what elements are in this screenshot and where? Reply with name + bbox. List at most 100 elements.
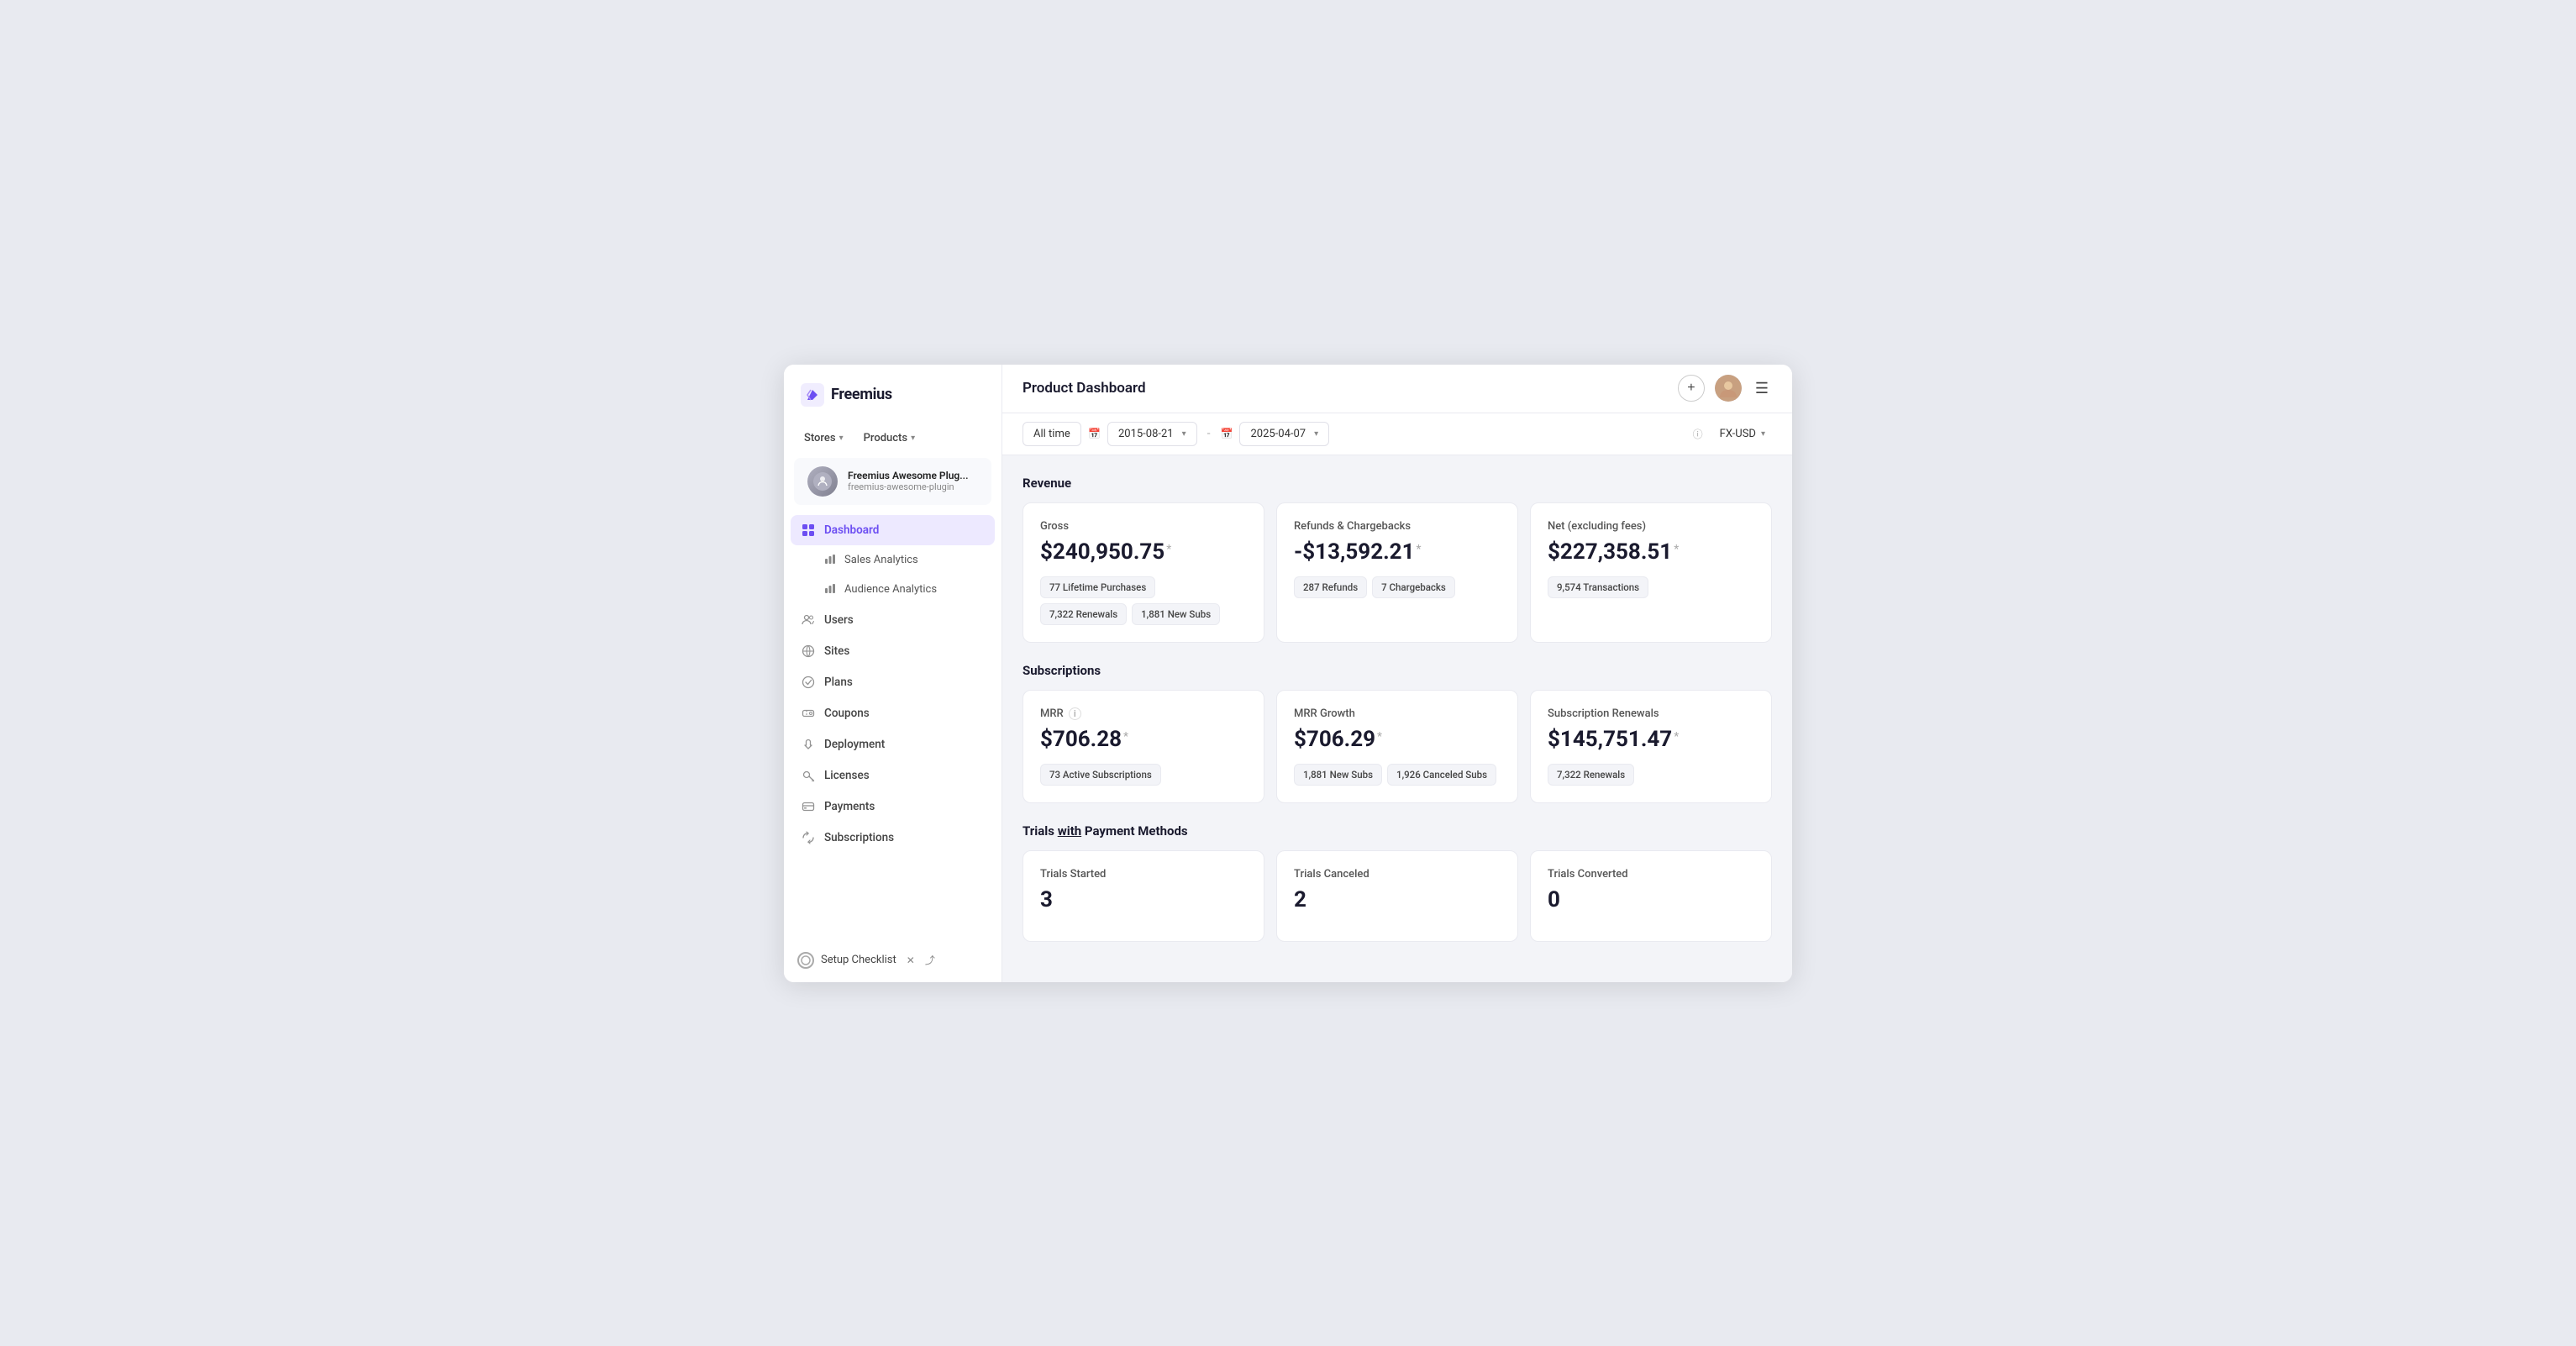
trials-title-underline: with bbox=[1058, 823, 1081, 839]
close-setup-icon[interactable]: ✕ bbox=[907, 954, 915, 966]
subscriptions-icon bbox=[801, 830, 816, 845]
filter-bar: All time 📅 2015-08-21 ▾ - 📅 2025-04-07 ▾… bbox=[1002, 413, 1792, 455]
grid-icon bbox=[801, 523, 816, 538]
sidebar-menu: Dashboard Sales Analytics bbox=[784, 512, 1001, 944]
hamburger-icon[interactable]: ☰ bbox=[1752, 376, 1772, 401]
page-title: Product Dashboard bbox=[1023, 380, 1146, 397]
bar-chart-icon bbox=[824, 553, 836, 568]
subscriptions-label: Subscriptions bbox=[824, 831, 894, 844]
plugin-entry[interactable]: Freemius Awesome Plug... freemius-awesom… bbox=[794, 458, 991, 505]
tag-new-subs-growth: 1,881 New Subs bbox=[1294, 764, 1382, 786]
calendar-icon-end: 📅 bbox=[1221, 428, 1233, 439]
calendar-icon-start: 📅 bbox=[1088, 428, 1101, 439]
logo-area: Freemius bbox=[784, 365, 1001, 422]
sidebar-item-sales-analytics[interactable]: Sales Analytics bbox=[791, 546, 995, 575]
trials-converted-value: 0 bbox=[1548, 887, 1754, 912]
sidebar-item-plans[interactable]: Plans bbox=[791, 667, 995, 697]
deployment-icon bbox=[801, 737, 816, 752]
sidebar-item-payments[interactable]: Payments bbox=[791, 791, 995, 822]
users-icon bbox=[801, 613, 816, 628]
trials-canceled-card: Trials Canceled 2 bbox=[1276, 850, 1518, 942]
user-avatar[interactable] bbox=[1715, 375, 1742, 402]
sidebar-item-dashboard[interactable]: Dashboard bbox=[791, 515, 995, 545]
trials-title-suffix: Payment Methods bbox=[1081, 823, 1187, 839]
top-bar-actions: + ☰ bbox=[1678, 375, 1772, 402]
sidebar: Freemius Stores ▾ Products ▾ bbox=[784, 365, 1002, 982]
trials-started-label: Trials Started bbox=[1040, 868, 1247, 881]
audience-analytics-label: Audience Analytics bbox=[844, 583, 937, 596]
net-asterisk: * bbox=[1674, 543, 1679, 556]
sidebar-item-coupons[interactable]: Coupons bbox=[791, 698, 995, 728]
subscriptions-section: Subscriptions MRR i $706.28 * 73 A bbox=[1023, 663, 1772, 803]
stores-dropdown[interactable]: Stores ▾ bbox=[797, 429, 850, 448]
tag-renewals-sub: 7,322 Renewals bbox=[1548, 764, 1634, 786]
credit-card-icon bbox=[801, 799, 816, 814]
dashboard-label: Dashboard bbox=[824, 523, 879, 537]
mrr-growth-tags: 1,881 New Subs 1,926 Canceled Subs bbox=[1294, 764, 1501, 786]
sidebar-item-sites[interactable]: Sites bbox=[791, 636, 995, 666]
currency-label: FX-USD bbox=[1720, 428, 1756, 440]
sidebar-bottom: Setup Checklist ✕ ⤴ bbox=[784, 944, 1001, 982]
trials-section-title: Trials with Payment Methods bbox=[1023, 823, 1772, 839]
trials-cards-grid: Trials Started 3 Trials Canceled 2 bbox=[1023, 850, 1772, 942]
globe-icon bbox=[801, 644, 816, 659]
sub-renewals-label: Subscription Renewals bbox=[1548, 707, 1754, 720]
audience-chart-icon bbox=[824, 582, 836, 597]
sidebar-item-users[interactable]: Users bbox=[791, 605, 995, 635]
coupons-icon bbox=[801, 706, 816, 721]
sub-renewals-asterisk: * bbox=[1674, 730, 1679, 744]
products-dropdown[interactable]: Products ▾ bbox=[857, 429, 923, 448]
sidebar-nav-dropdowns: Stores ▾ Products ▾ bbox=[784, 422, 1001, 458]
date-separator: - bbox=[1204, 427, 1214, 440]
sidebar-item-audience-analytics[interactable]: Audience Analytics bbox=[791, 576, 995, 604]
mrr-tags: 73 Active Subscriptions bbox=[1040, 764, 1247, 786]
trials-title-prefix: Trials bbox=[1023, 823, 1058, 839]
mrr-value: $706.28 * bbox=[1040, 727, 1247, 752]
date-start-value: 2015-08-21 bbox=[1118, 428, 1174, 440]
plans-icon bbox=[801, 675, 816, 690]
date-end-picker[interactable]: 2025-04-07 ▾ bbox=[1239, 422, 1329, 446]
revenue-section: Revenue Gross $240,950.75 * 77 Lifetime … bbox=[1023, 476, 1772, 643]
logo-text: Freemius bbox=[831, 386, 892, 403]
sidebar-item-deployment[interactable]: Deployment bbox=[791, 729, 995, 760]
add-button[interactable]: + bbox=[1678, 375, 1705, 402]
trials-canceled-value: 2 bbox=[1294, 887, 1501, 912]
plus-icon: + bbox=[1687, 381, 1695, 396]
sub-renewals-tags: 7,322 Renewals bbox=[1548, 764, 1754, 786]
tag-active-subs: 73 Active Subscriptions bbox=[1040, 764, 1161, 786]
setup-checklist-item[interactable]: Setup Checklist bbox=[797, 952, 896, 969]
currency-selector[interactable]: FX-USD ▾ bbox=[1713, 424, 1772, 444]
sites-label: Sites bbox=[824, 644, 849, 658]
licenses-label: Licenses bbox=[824, 769, 870, 782]
sidebar-item-subscriptions[interactable]: Subscriptions bbox=[791, 823, 995, 853]
tag-transactions: 9,574 Transactions bbox=[1548, 576, 1648, 598]
date-start-chevron: ▾ bbox=[1182, 429, 1186, 439]
freemius-logo-icon bbox=[801, 383, 824, 407]
gross-tags: 77 Lifetime Purchases 7,322 Renewals 1,8… bbox=[1040, 576, 1247, 625]
mrr-growth-asterisk: * bbox=[1377, 730, 1382, 744]
coupons-label: Coupons bbox=[824, 707, 870, 720]
mrr-info-icon: i bbox=[1069, 707, 1081, 720]
date-end-value: 2025-04-07 bbox=[1250, 428, 1306, 440]
main-content: Product Dashboard + ☰ All time bbox=[1002, 365, 1792, 982]
sidebar-item-licenses[interactable]: Licenses bbox=[791, 760, 995, 791]
mrr-growth-label: MRR Growth bbox=[1294, 707, 1501, 720]
plans-label: Plans bbox=[824, 676, 853, 689]
sales-analytics-label: Sales Analytics bbox=[844, 554, 918, 566]
users-label: Users bbox=[824, 613, 854, 627]
stores-chevron-icon: ▾ bbox=[839, 434, 844, 443]
refunds-asterisk: * bbox=[1417, 543, 1422, 556]
time-range-select[interactable]: All time bbox=[1023, 422, 1081, 446]
trials-section: Trials with Payment Methods Trials Start… bbox=[1023, 823, 1772, 942]
sub-renewals-card: Subscription Renewals $145,751.47 * 7,32… bbox=[1530, 690, 1772, 803]
date-start-picker[interactable]: 2015-08-21 ▾ bbox=[1107, 422, 1197, 446]
tag-refunds: 287 Refunds bbox=[1294, 576, 1367, 598]
gross-label: Gross bbox=[1040, 520, 1247, 533]
trials-converted-card: Trials Converted 0 bbox=[1530, 850, 1772, 942]
top-bar: Product Dashboard + ☰ bbox=[1002, 365, 1792, 413]
net-tags: 9,574 Transactions bbox=[1548, 576, 1754, 598]
share-icon[interactable]: ⤴ bbox=[925, 953, 935, 967]
tag-renewals: 7,322 Renewals bbox=[1040, 603, 1127, 625]
mrr-asterisk: * bbox=[1123, 730, 1128, 744]
tag-chargebacks: 7 Chargebacks bbox=[1372, 576, 1455, 598]
